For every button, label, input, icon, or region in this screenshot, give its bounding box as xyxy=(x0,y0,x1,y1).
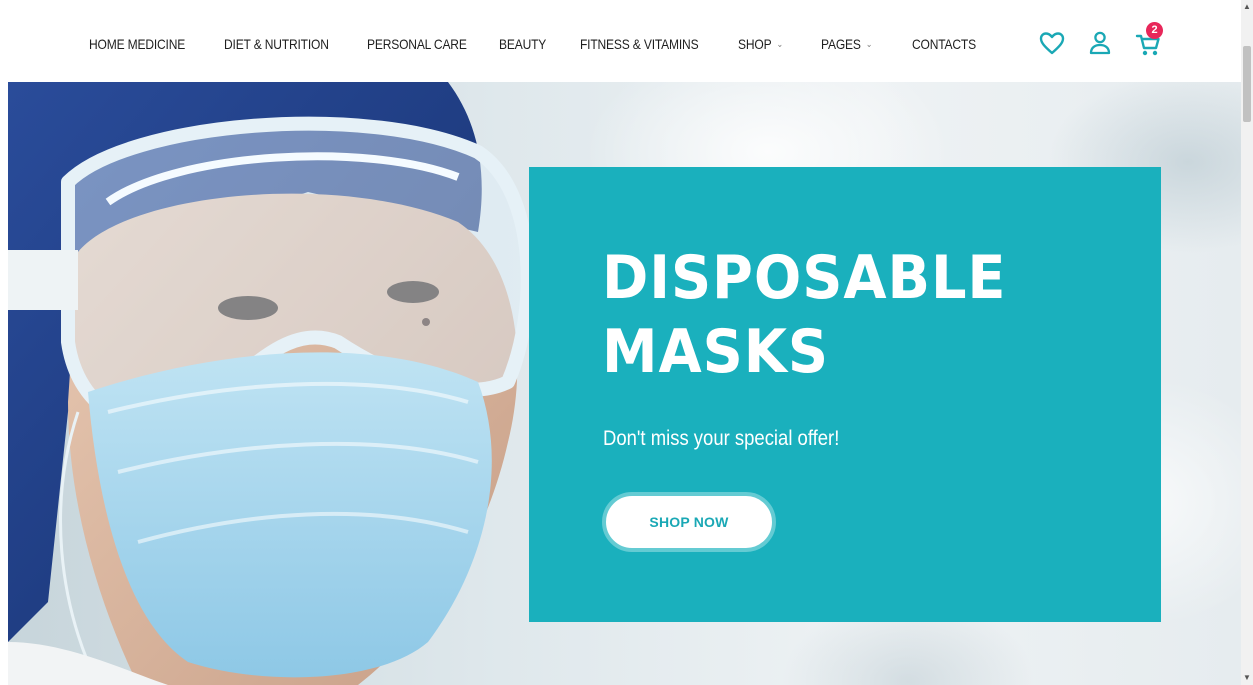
cart-count-badge: 2 xyxy=(1146,22,1163,39)
nav-label: PAGES xyxy=(821,36,861,52)
nav-label: SHOP xyxy=(738,36,772,52)
hero-photo-person-with-mask xyxy=(8,82,535,685)
scroll-down-arrow-icon[interactable]: ▼ xyxy=(1241,671,1253,685)
promo-subtitle: Don't miss your special offer! xyxy=(603,427,840,450)
site-header: HOME MEDICINE DIET & NUTRITION PERSONAL … xyxy=(0,0,1241,82)
nav-item-personal-care[interactable]: PERSONAL CARE xyxy=(367,34,467,54)
nav-label: DIET & NUTRITION xyxy=(224,36,329,52)
nav-label: BEAUTY xyxy=(499,36,547,52)
nav-item-home-medicine[interactable]: HOME MEDICINE xyxy=(89,34,185,54)
nav-label: HOME MEDICINE xyxy=(89,36,186,52)
promo-panel: DISPOSABLE MASKS Don't miss your special… xyxy=(529,167,1161,622)
nav-item-diet-nutrition[interactable]: DIET & NUTRITION xyxy=(224,34,329,54)
heart-icon[interactable] xyxy=(1038,28,1066,58)
user-icon[interactable] xyxy=(1086,28,1114,58)
nav-label: CONTACTS xyxy=(912,36,976,52)
nav-item-pages[interactable]: PAGES ⌄ xyxy=(821,34,872,54)
main-nav: HOME MEDICINE DIET & NUTRITION PERSONAL … xyxy=(0,0,1000,82)
nav-item-contacts[interactable]: CONTACTS xyxy=(912,34,976,54)
hero-banner: DISPOSABLE MASKS Don't miss your special… xyxy=(8,82,1241,685)
nav-item-fitness-vitamins[interactable]: FITNESS & VITAMINS xyxy=(580,34,699,54)
nav-label: PERSONAL CARE xyxy=(367,36,467,52)
nav-label: FITNESS & VITAMINS xyxy=(580,36,699,52)
nav-item-shop[interactable]: SHOP ⌄ xyxy=(738,34,783,54)
promo-title: DISPOSABLE MASKS xyxy=(602,243,1007,387)
page-scrollbar[interactable]: ▲ ▼ xyxy=(1241,0,1253,685)
scroll-up-arrow-icon[interactable]: ▲ xyxy=(1241,0,1253,14)
header-icons: 2 xyxy=(1038,22,1178,60)
chevron-down-icon: ⌄ xyxy=(776,39,783,49)
scroll-thumb[interactable] xyxy=(1243,46,1251,122)
nav-item-beauty[interactable]: BEAUTY xyxy=(499,34,546,54)
cart-icon[interactable]: 2 xyxy=(1134,22,1163,58)
shop-now-button[interactable]: SHOP NOW xyxy=(602,492,776,552)
chevron-down-icon: ⌄ xyxy=(865,39,873,49)
